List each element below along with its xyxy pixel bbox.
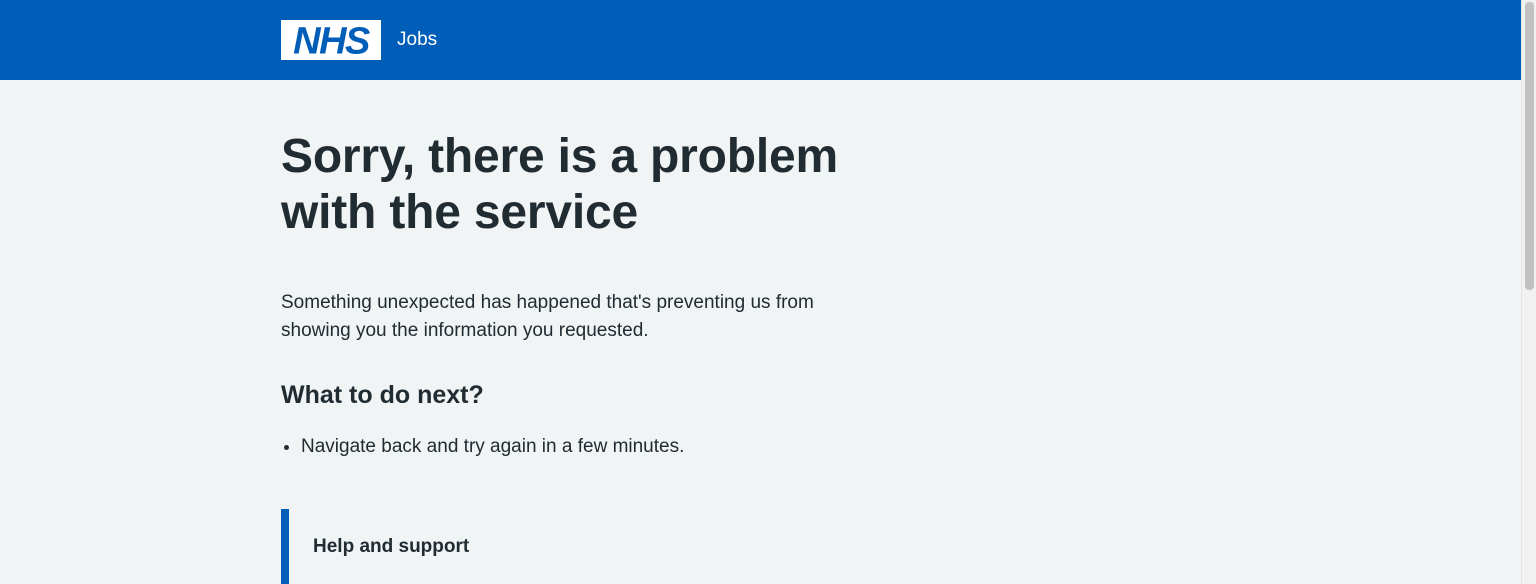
help-heading: Help and support bbox=[313, 536, 470, 557]
page-title: Sorry, there is a problem with the servi… bbox=[281, 130, 838, 239]
service-name: Jobs bbox=[397, 29, 438, 50]
scrollbar-thumb[interactable] bbox=[1525, 2, 1534, 290]
main-content: Sorry, there is a problem with the servi… bbox=[281, 80, 881, 584]
next-steps-list: Navigate back and try again in a few min… bbox=[281, 433, 881, 461]
help-inset: Help and support bbox=[281, 509, 881, 584]
page: NHS Jobs Sorry, there is a problem with … bbox=[0, 0, 1536, 584]
nhs-logo-icon: NHS bbox=[281, 20, 381, 60]
logo-text: NHS bbox=[293, 21, 370, 61]
intro-text: Something unexpected has happened that's… bbox=[281, 292, 814, 341]
home-link[interactable]: NHS Jobs bbox=[281, 20, 437, 60]
next-steps-heading: What to do next? bbox=[281, 381, 484, 409]
site-header: NHS Jobs bbox=[0, 0, 1521, 80]
list-item: Navigate back and try again in a few min… bbox=[301, 433, 881, 461]
vertical-scrollbar[interactable] bbox=[1521, 0, 1536, 584]
